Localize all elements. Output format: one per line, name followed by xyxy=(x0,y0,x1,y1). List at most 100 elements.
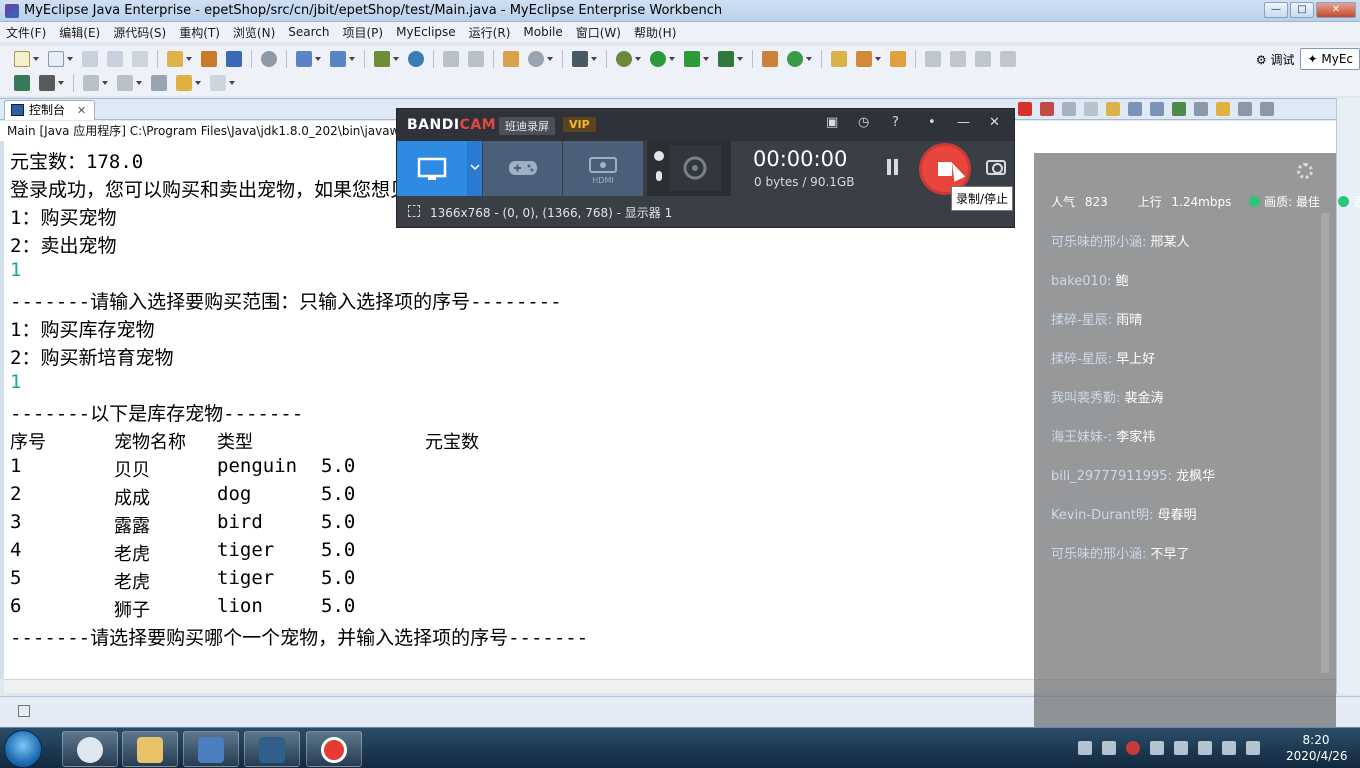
scroll-lock-icon[interactable] xyxy=(1106,102,1120,116)
region-select-icon[interactable] xyxy=(408,205,420,217)
record-tray-icon[interactable] xyxy=(1126,741,1140,755)
new-project-icon[interactable] xyxy=(167,51,183,67)
volume-icon[interactable] xyxy=(1222,741,1236,755)
search-icon[interactable] xyxy=(528,51,544,67)
device-mode-button[interactable]: HDMI xyxy=(563,141,643,196)
bandicam-minimize-button[interactable]: — xyxy=(957,115,970,130)
taskbar-clock[interactable]: 8:20 2020/4/26 xyxy=(1286,732,1348,764)
open-folder-icon[interactable] xyxy=(831,51,847,67)
gear-icon[interactable] xyxy=(1297,163,1313,179)
run-icon[interactable] xyxy=(650,51,666,67)
new-server-icon[interactable] xyxy=(762,51,778,67)
menu-navigate[interactable]: 浏览(N) xyxy=(233,24,275,41)
maximize-view-icon[interactable] xyxy=(1260,102,1274,116)
menu-mobile[interactable]: Mobile xyxy=(523,25,562,39)
external-tools-icon[interactable] xyxy=(718,51,734,67)
chat-scrollbar[interactable] xyxy=(1321,213,1329,673)
clock-icon[interactable]: ◷ xyxy=(858,115,869,130)
new-icon[interactable] xyxy=(14,51,30,67)
menu-help[interactable]: 帮助(H) xyxy=(634,24,676,41)
print-icon[interactable] xyxy=(132,51,148,67)
bandicam-close-button[interactable]: ✕ xyxy=(989,115,1000,130)
keyboard-icon[interactable] xyxy=(1078,741,1092,755)
perspective-debug[interactable]: ⚙ 调试 xyxy=(1250,48,1301,71)
db-icon[interactable] xyxy=(330,51,346,67)
usb-icon[interactable] xyxy=(1198,741,1212,755)
refresh-server-icon[interactable] xyxy=(787,51,803,67)
close-tab-icon[interactable]: ✕ xyxy=(77,104,86,117)
last-edit-icon[interactable] xyxy=(151,75,167,91)
menu-edit[interactable]: 编辑(E) xyxy=(59,24,100,41)
taskbar-app-explorer[interactable] xyxy=(122,731,178,767)
pen-icon[interactable] xyxy=(856,51,872,67)
menu-run[interactable]: 运行(R) xyxy=(469,24,511,41)
menu-search[interactable]: Search xyxy=(288,25,329,39)
pause-icon[interactable] xyxy=(886,159,900,177)
screen-mode-button[interactable] xyxy=(397,141,467,196)
prev-annotation-icon[interactable] xyxy=(117,75,133,91)
console-view-icon[interactable] xyxy=(572,51,588,67)
remove-launch-icon[interactable] xyxy=(1040,102,1054,116)
pin-icon[interactable] xyxy=(925,51,941,67)
start-button[interactable] xyxy=(4,730,42,768)
terminate-icon[interactable] xyxy=(1018,102,1032,116)
screenshot-camera-icon[interactable] xyxy=(986,160,1006,175)
menu-myeclipse[interactable]: MyEclipse xyxy=(396,25,456,39)
show-stderr-icon[interactable] xyxy=(1150,102,1164,116)
perspective-myeclipse[interactable]: ✦ MyEc xyxy=(1300,48,1360,70)
maximize-button[interactable]: □ xyxy=(1290,2,1314,18)
menu-file[interactable]: 文件(F) xyxy=(6,24,46,41)
save-all-icon[interactable] xyxy=(107,51,123,67)
menu-window[interactable]: 窗口(W) xyxy=(576,24,621,41)
package-icon[interactable] xyxy=(201,51,217,67)
run-last-icon[interactable] xyxy=(684,51,700,67)
minimize-view-icon[interactable] xyxy=(1238,102,1252,116)
taskbar-app-8[interactable] xyxy=(244,731,300,767)
copy-icon[interactable] xyxy=(1000,51,1016,67)
minimize-button[interactable]: — xyxy=(1264,2,1288,18)
fast-view-icon[interactable] xyxy=(18,705,30,717)
input-method-icon[interactable] xyxy=(1150,741,1164,755)
back-icon[interactable] xyxy=(176,75,192,91)
show-stdout-icon[interactable] xyxy=(1128,102,1142,116)
clear-console-icon[interactable] xyxy=(1084,102,1098,116)
next-annotation-icon[interactable] xyxy=(83,75,99,91)
screen-mode-dropdown[interactable] xyxy=(467,141,482,196)
display-console-icon[interactable] xyxy=(1194,102,1208,116)
taskbar-app-myeclipse[interactable] xyxy=(183,731,239,767)
save-icon[interactable] xyxy=(82,51,98,67)
link-icon[interactable] xyxy=(890,51,906,67)
tab-console[interactable]: 控制台 ✕ xyxy=(4,100,96,120)
globe-icon[interactable] xyxy=(408,51,424,67)
pin-console-icon[interactable] xyxy=(1172,102,1186,116)
game-mode-button[interactable] xyxy=(483,141,562,196)
menu-project[interactable]: 项目(P) xyxy=(343,24,384,41)
forward-icon[interactable] xyxy=(210,75,226,91)
help-icon[interactable]: ? xyxy=(892,115,899,130)
open-type-icon[interactable] xyxy=(503,51,519,67)
menu-source[interactable]: 源代码(S) xyxy=(113,24,166,41)
doc-icon[interactable] xyxy=(975,51,991,67)
taskbar-app-graduation[interactable] xyxy=(62,731,118,767)
new-file-icon[interactable] xyxy=(48,51,64,67)
deploy-icon[interactable] xyxy=(226,51,242,67)
network-app-icon[interactable] xyxy=(1174,741,1188,755)
tray-arrow-icon[interactable] xyxy=(1102,741,1116,755)
network-icon[interactable] xyxy=(1246,741,1260,755)
pencil-icon[interactable] xyxy=(950,51,966,67)
menu-refactor[interactable]: 重构(T) xyxy=(179,24,220,41)
bandicam-mini-button[interactable]: • xyxy=(928,115,936,130)
clean-icon[interactable] xyxy=(443,51,459,67)
vip-badge[interactable]: VIP xyxy=(563,117,596,132)
debug-icon[interactable] xyxy=(616,51,632,67)
wizard-icon[interactable] xyxy=(296,51,312,67)
taskbar-app-bandicam[interactable] xyxy=(306,731,362,767)
web-service-icon[interactable] xyxy=(14,75,30,91)
open-console-icon[interactable] xyxy=(1216,102,1230,116)
browser-icon[interactable] xyxy=(374,51,390,67)
brush-icon[interactable] xyxy=(39,75,55,91)
server-icon[interactable] xyxy=(261,51,277,67)
refresh-icon[interactable] xyxy=(468,51,484,67)
folder-icon[interactable]: ▣ xyxy=(826,115,838,130)
close-button[interactable]: ✕ xyxy=(1316,2,1356,18)
